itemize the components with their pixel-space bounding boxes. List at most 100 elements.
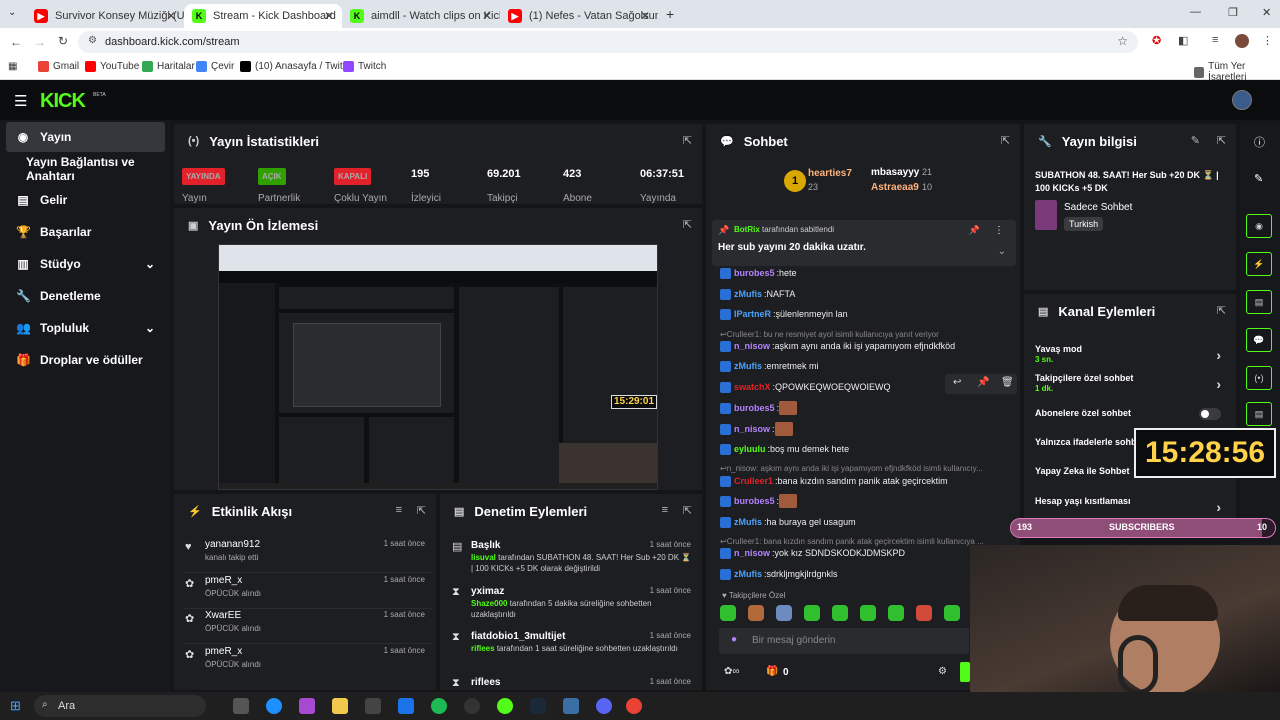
bookmark-x[interactable]: (10) Anasayfa / Twit... (240, 61, 351, 72)
tab-4[interactable]: ▶ (1) Nefes - Vatan Sağolsun | Mu✕ (500, 4, 658, 28)
tab-groups-icon[interactable]: ≡ (1212, 34, 1218, 46)
action-followers-only[interactable]: Takipçilere özel sohbet 1 dk. › (1035, 373, 1225, 401)
chat-message[interactable]: zMufis: ha buraya gel usagum (720, 515, 1010, 529)
steam-icon[interactable] (530, 698, 546, 714)
chat-username[interactable]: eyluulu (734, 444, 766, 454)
mail-icon[interactable] (398, 698, 414, 714)
app-icon[interactable] (563, 698, 579, 714)
action-slow-mode[interactable]: Yavaş mod 3 sn. › (1035, 344, 1225, 372)
emote-icon[interactable] (776, 605, 792, 621)
edit-icon[interactable]: ✎ (1191, 134, 1200, 147)
taskbar-search[interactable]: ⌕ Ara (34, 695, 206, 717)
new-tab-button[interactable]: + (666, 6, 674, 22)
emote-icon[interactable] (944, 605, 960, 621)
chat-username[interactable]: lPartneR (734, 309, 771, 319)
minimize-button[interactable]: — (1190, 6, 1201, 18)
task-view-icon[interactable] (233, 698, 249, 714)
stream-preview[interactable]: 15:29:01 (218, 244, 658, 490)
emote-icon[interactable] (888, 605, 904, 621)
popout-icon[interactable]: ⇱ (1217, 134, 1226, 147)
chat-username[interactable]: n_nisow (734, 424, 770, 434)
category-name[interactable]: Sadece Sohbet (1064, 202, 1132, 213)
unpin-icon[interactable]: 📌 (969, 225, 980, 236)
close-icon[interactable]: ✕ (166, 9, 176, 23)
reload-icon[interactable]: ↻ (58, 34, 68, 48)
close-icon[interactable]: ✕ (324, 9, 334, 23)
hamburger-menu-icon[interactable]: ☰ (14, 92, 27, 110)
emote-icon[interactable] (748, 605, 764, 621)
top-gifter-name[interactable]: hearties7 (808, 168, 852, 179)
profile-avatar[interactable] (1235, 34, 1249, 48)
popout-icon[interactable]: ⇱ (1001, 134, 1010, 147)
chat-message[interactable]: zMufis: emretmek mi (720, 359, 1010, 373)
close-window-button[interactable]: ✕ (1262, 6, 1271, 19)
star-icon[interactable]: ☆ (1117, 34, 1128, 48)
tab-search-icon[interactable]: ⌄ (8, 7, 16, 18)
rail-button-doc[interactable]: ▤ (1246, 290, 1272, 314)
chat-message[interactable]: burobes5: hete (720, 266, 1010, 280)
chat-message[interactable]: burobes5: (720, 401, 1010, 415)
chat-username[interactable]: n_nisow (734, 341, 770, 351)
chat-message[interactable]: n_nisow: aşkım aynı anda iki işi yapamıy… (720, 339, 1010, 353)
gift-icon[interactable]: 🎁 (766, 666, 778, 677)
address-bar[interactable]: ⚙ dashboard.kick.com/stream ☆ (78, 31, 1138, 53)
chat-message[interactable]: burobes5: (720, 494, 1010, 508)
bookmark-twitch[interactable]: Twitch (343, 61, 386, 72)
close-icon[interactable]: ✕ (640, 9, 650, 23)
rail-button-broadcast[interactable]: (•) (1246, 366, 1272, 390)
copilot-icon[interactable] (299, 698, 315, 714)
forward-icon[interactable]: → (34, 35, 46, 49)
user-avatar[interactable] (1232, 90, 1252, 110)
emote-icon[interactable] (916, 605, 932, 621)
discord-icon[interactable] (596, 698, 612, 714)
sidebar-item-stream-key[interactable]: Yayın Bağlantısı ve Anahtarı (6, 154, 165, 184)
maximize-button[interactable]: ❐ (1228, 6, 1238, 19)
rail-button-camera[interactable]: ◉ (1246, 214, 1272, 238)
bookmark-youtube[interactable]: YouTube (85, 61, 139, 72)
chat-username[interactable]: zMufis (734, 361, 762, 371)
popout-icon[interactable]: ⇱ (417, 504, 426, 517)
popout-icon[interactable]: ⇱ (683, 134, 692, 147)
top-gifter-name[interactable]: Astraeaa9 (871, 182, 919, 193)
bookmark-translate[interactable]: Çevir (196, 61, 234, 72)
chat-username[interactable]: n_nisow (734, 548, 770, 558)
chevron-down-icon[interactable]: ⌄ (998, 246, 1006, 257)
emote-icon[interactable] (832, 605, 848, 621)
sidebar-item-basarilar[interactable]: 🏆 Başarılar (6, 217, 165, 247)
store-icon[interactable] (365, 698, 381, 714)
file-explorer-icon[interactable] (332, 698, 348, 714)
chat-message[interactable]: lPartneR: şülenlenmeyin lan (720, 307, 1010, 321)
chat-message[interactable]: Crulleer1: bana kızdın sandım panik atak… (720, 474, 1010, 488)
chat-message[interactable]: n_nisow: yok kız SDNDSKODKJDMSKPD (720, 546, 1010, 560)
filter-icon[interactable]: ≡ (662, 504, 668, 516)
extension-icon[interactable]: ✪ (1152, 34, 1161, 47)
obs-icon[interactable] (464, 698, 480, 714)
chat-message[interactable]: zMufis: NAFTA (720, 287, 1010, 301)
bookmark-maps[interactable]: Haritalar (142, 61, 195, 72)
chat-username[interactable]: zMufis (734, 289, 762, 299)
back-icon[interactable]: ← (10, 35, 22, 49)
kick-logo[interactable]: KICK (40, 90, 86, 113)
more-icon[interactable]: ⋮ (994, 225, 1004, 236)
popout-icon[interactable]: ⇱ (683, 218, 692, 231)
pin-icon[interactable]: 📌 (977, 377, 989, 388)
popout-icon[interactable]: ⇱ (1217, 304, 1226, 317)
popout-icon[interactable]: ⇱ (683, 504, 692, 517)
chat-message[interactable]: n_nisow: (720, 422, 1010, 436)
bookmark-gmail[interactable]: Gmail (38, 61, 79, 72)
apps-icon[interactable]: ▦ (8, 61, 17, 72)
emote-icon[interactable] (860, 605, 876, 621)
chat-username[interactable]: Crulleer1 (734, 476, 773, 486)
kick-app-icon[interactable] (497, 698, 513, 714)
chat-username[interactable]: burobes5 (734, 403, 775, 413)
spotify-icon[interactable] (431, 698, 447, 714)
delete-icon[interactable]: 🗑 (1001, 377, 1014, 388)
edge-icon[interactable] (266, 698, 282, 714)
sidebar-item-studyo[interactable]: ▥ Stüdyo ⌄ (6, 249, 165, 279)
menu-icon[interactable]: ⋮ (1262, 34, 1273, 47)
emote-icon[interactable] (720, 605, 736, 621)
sidebar-item-droplar[interactable]: 🎁 Droplar ve ödüller (6, 345, 165, 375)
site-info-icon[interactable]: ⚙ (88, 35, 97, 46)
tab-1[interactable]: ▶ Survivor Konsey Müziği (Uzun V✕ (26, 4, 184, 28)
gear-icon[interactable]: ⚙ (938, 666, 947, 677)
